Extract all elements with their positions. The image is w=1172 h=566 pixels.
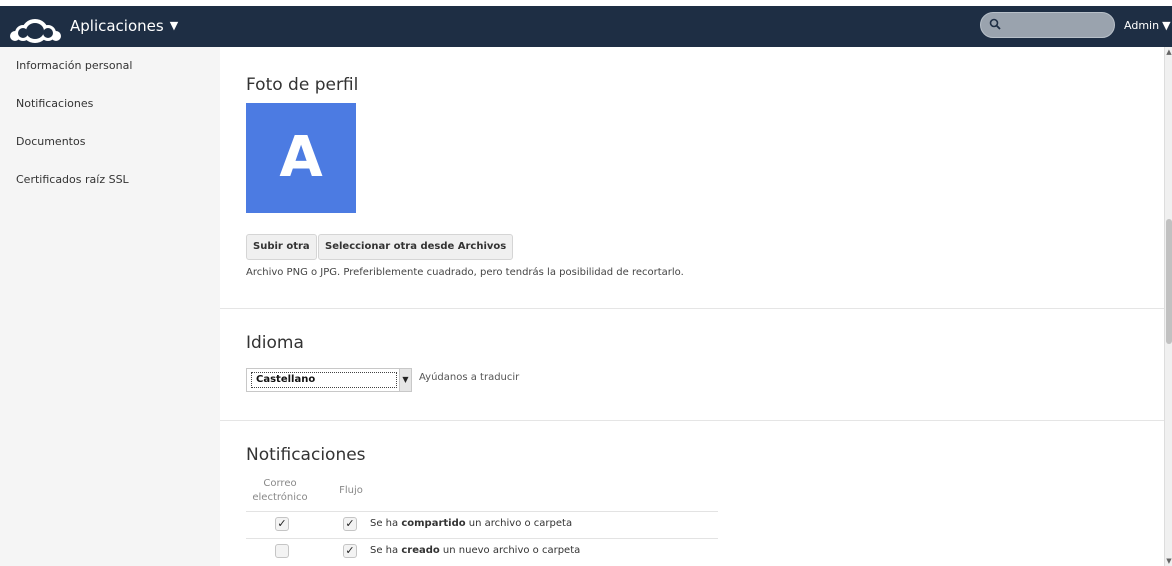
avatar-hint-text: Archivo PNG o JPG. Preferiblemente cuadr… <box>246 267 684 278</box>
top-header: Aplicaciones ▼ Admin ▼ <box>0 0 1172 47</box>
vertical-scrollbar[interactable]: ▲ ▼ <box>1164 47 1172 566</box>
profile-picture-section: Foto de perfil A Subir otra Seleccionar … <box>220 47 1164 309</box>
label-pre: Se ha <box>370 545 402 556</box>
sidebar-item-documents[interactable]: Documentos <box>0 123 220 161</box>
language-select[interactable]: Castellano ▼ <box>246 368 412 392</box>
label-bold: creado <box>401 545 440 556</box>
search-box[interactable] <box>980 12 1115 38</box>
column-header-stream: Flujo <box>339 485 363 496</box>
email-checkbox[interactable]: ✓ <box>275 517 289 531</box>
section-title: Idioma <box>246 333 304 353</box>
email-checkbox[interactable] <box>275 544 289 558</box>
cloud-logo-icon[interactable] <box>8 14 62 44</box>
label-bold: compartido <box>401 518 466 529</box>
section-title: Foto de perfil <box>246 75 359 95</box>
apps-menu-label: Aplicaciones <box>70 17 164 35</box>
stream-checkbox[interactable]: ✓ <box>343 544 357 558</box>
notification-label: Se ha compartido un archivo o carpeta <box>370 518 572 529</box>
search-icon <box>989 18 1001 30</box>
user-menu-label: Admin <box>1124 19 1160 32</box>
chevron-down-icon: ▼ <box>169 19 179 32</box>
scroll-down-icon[interactable]: ▼ <box>1165 556 1172 566</box>
notification-label: Se ha creado un nuevo archivo o carpeta <box>370 545 580 556</box>
sidebar-item-personal-info[interactable]: Información personal <box>0 47 220 85</box>
user-menu-button[interactable]: Admin ▼ <box>1124 19 1171 32</box>
upload-avatar-button[interactable]: Subir otra <box>246 234 317 260</box>
avatar: A <box>246 103 356 213</box>
notification-row: ✓ ✓ Se ha compartido un archivo o carpet… <box>246 511 718 537</box>
sidebar-item-notifications[interactable]: Notificaciones <box>0 85 220 123</box>
language-select-value: Castellano <box>251 372 397 388</box>
notifications-section: Notificaciones Correo electrónico Flujo … <box>220 421 1164 566</box>
label-post: un archivo o carpeta <box>465 518 573 529</box>
section-title: Notificaciones <box>246 445 366 465</box>
language-section: Idioma <box>220 309 1164 421</box>
apps-menu-button[interactable]: Aplicaciones ▼ <box>70 16 178 36</box>
stream-checkbox[interactable]: ✓ <box>343 517 357 531</box>
scrollbar-thumb[interactable] <box>1166 219 1172 344</box>
label-post: un nuevo archivo o carpeta <box>439 545 581 556</box>
settings-sidebar: Información personal Notificaciones Docu… <box>0 47 220 566</box>
chevron-down-icon: ▼ <box>399 369 411 391</box>
scroll-up-icon[interactable]: ▲ <box>1165 47 1172 57</box>
settings-main: Foto de perfil A Subir otra Seleccionar … <box>220 47 1164 566</box>
help-translate-link[interactable]: Ayúdanos a traducir <box>419 372 519 383</box>
select-from-files-button[interactable]: Seleccionar otra desde Archivos <box>318 234 514 260</box>
label-pre: Se ha <box>370 518 402 529</box>
sidebar-item-ssl-certificates[interactable]: Certificados raíz SSL <box>0 161 220 199</box>
chevron-down-icon: ▼ <box>1162 19 1171 32</box>
column-header-email: Correo electrónico <box>252 478 308 503</box>
search-input[interactable] <box>1005 16 1105 34</box>
notification-row: ✓ Se ha creado un nuevo archivo o carpet… <box>246 538 718 564</box>
